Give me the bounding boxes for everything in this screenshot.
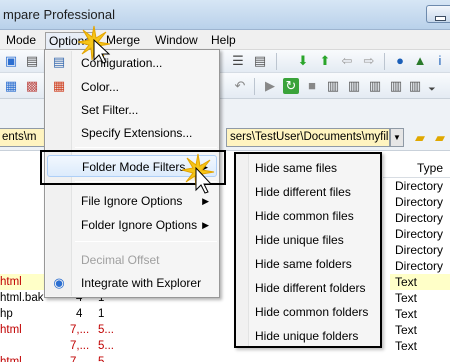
lines-icon[interactable]: ☰ [230,53,246,69]
toolbar-overflow-icon[interactable]: ⏷ [424,81,440,97]
submenu-arrow-icon: ▶ [202,220,209,230]
type-cell: Directory [395,227,444,241]
submenu-item-hide-unique-folders[interactable]: Hide unique folders [238,324,380,348]
menu-item-color[interactable]: Color... [47,76,217,98]
menu-item-configuration[interactable]: Configuration... [47,52,217,74]
menu-separator [75,241,217,242]
type-cell: Text [395,291,418,305]
undo-icon[interactable]: ↶ [232,78,248,94]
menu-bar: Mode Options Merge Window Help [0,30,450,50]
list-item[interactable]: hp [0,306,70,322]
date-cell: 1 [98,308,105,320]
toolbar-separator [254,78,255,95]
submenu-item-hide-common-files[interactable]: Hide common files [238,204,380,228]
submenu-item-hide-same-folders[interactable]: Hide same folders [238,252,380,276]
folder-up-icon[interactable]: ▰ [412,130,428,146]
list-item[interactable] [0,338,70,354]
menu-item-integrate-with-explorer[interactable]: Integrate with Explorer [47,272,217,294]
menu-item-folder-ignore-options[interactable]: Folder Ignore Options ▶ [47,214,217,236]
size-cell: 4 [76,308,83,320]
view-icon[interactable]: ▥ [325,78,341,94]
type-cell: Text [390,274,450,290]
arrow-left-icon[interactable]: ⇦ [339,53,355,69]
title-bar: mpare Professional [0,0,450,30]
menu-item-set-filter[interactable]: Set Filter... [47,99,217,121]
globe-icon[interactable]: ● [392,53,408,69]
info-icon[interactable]: i [432,53,448,69]
window-title: mpare Professional [3,7,115,22]
list-item[interactable]: html [0,322,70,338]
tree-icon[interactable]: ▲ [412,53,428,69]
submenu-item-hide-same-files[interactable]: Hide same files [238,156,380,180]
size-cell: 7,... [70,324,90,336]
size-cell: 7,... [70,340,90,352]
submenu-item-hide-different-folders[interactable]: Hide different folders [238,276,380,300]
arrow-up-icon[interactable]: ⬆ [317,53,333,69]
menu-help[interactable]: Help [208,32,239,49]
minimize-button[interactable] [426,5,450,23]
type-cell: Directory [395,211,444,225]
submenu-item-hide-different-files[interactable]: Hide different files [238,180,380,204]
type-column-header[interactable]: Type [383,158,450,178]
view4-icon[interactable]: ▥ [388,78,404,94]
stop-icon[interactable]: ■ [304,78,320,94]
report-icon[interactable]: ▤ [24,53,40,69]
refresh-icon[interactable]: ↻ [283,78,299,94]
cursor-icon [181,153,215,194]
click-burst-icon [78,25,111,64]
path-dropdown-button[interactable]: ▼ [390,128,404,147]
toolbar-separator [276,53,277,70]
browse-folder-icon[interactable]: ▰ [432,130,448,146]
menu-item-decimal-offset: Decimal Offset [81,253,160,267]
submenu-item-hide-common-folders[interactable]: Hide common folders [238,300,380,324]
arrow-right-icon[interactable]: ⇨ [361,53,377,69]
menu-item-specify-extensions[interactable]: Specify Extensions... [47,122,217,144]
copy-icon[interactable]: ▣ [3,53,19,69]
date-cell: 5... [98,340,114,352]
view3-icon[interactable]: ▥ [367,78,383,94]
menu-separator [75,147,217,148]
play-icon[interactable]: ▶ [262,78,278,94]
submenu-item-hide-unique-files[interactable]: Hide unique files [238,228,380,252]
toolbar-separator [384,53,385,70]
type-cell: Directory [395,179,444,193]
date-cell: 5... [98,324,114,336]
list-item[interactable]: html [0,354,70,362]
compare-icon[interactable]: ▦ [3,78,19,94]
arrow-down-icon[interactable]: ⬇ [295,53,311,69]
size-cell: 7,... [70,356,90,362]
type-cell: Directory [395,243,444,257]
folder-mode-filters-submenu: Hide same files Hide different files Hid… [234,152,382,348]
type-cell: Text [395,323,418,337]
type-cell: Directory [395,259,444,273]
view2-icon[interactable]: ▥ [346,78,362,94]
menu-mode[interactable]: Mode [3,32,39,49]
edit-icon[interactable]: ▤ [252,53,268,69]
type-cell: Directory [395,195,444,209]
type-cell: Text [395,339,418,353]
folder-compare-icon[interactable]: ▩ [24,78,40,94]
date-cell: 5... [98,356,114,362]
right-path-input[interactable]: sers\TestUser\Documents\myfil [226,128,390,147]
menu-window[interactable]: Window [152,32,201,49]
type-cell: Text [395,307,418,321]
view5-icon[interactable]: ▥ [407,78,423,94]
